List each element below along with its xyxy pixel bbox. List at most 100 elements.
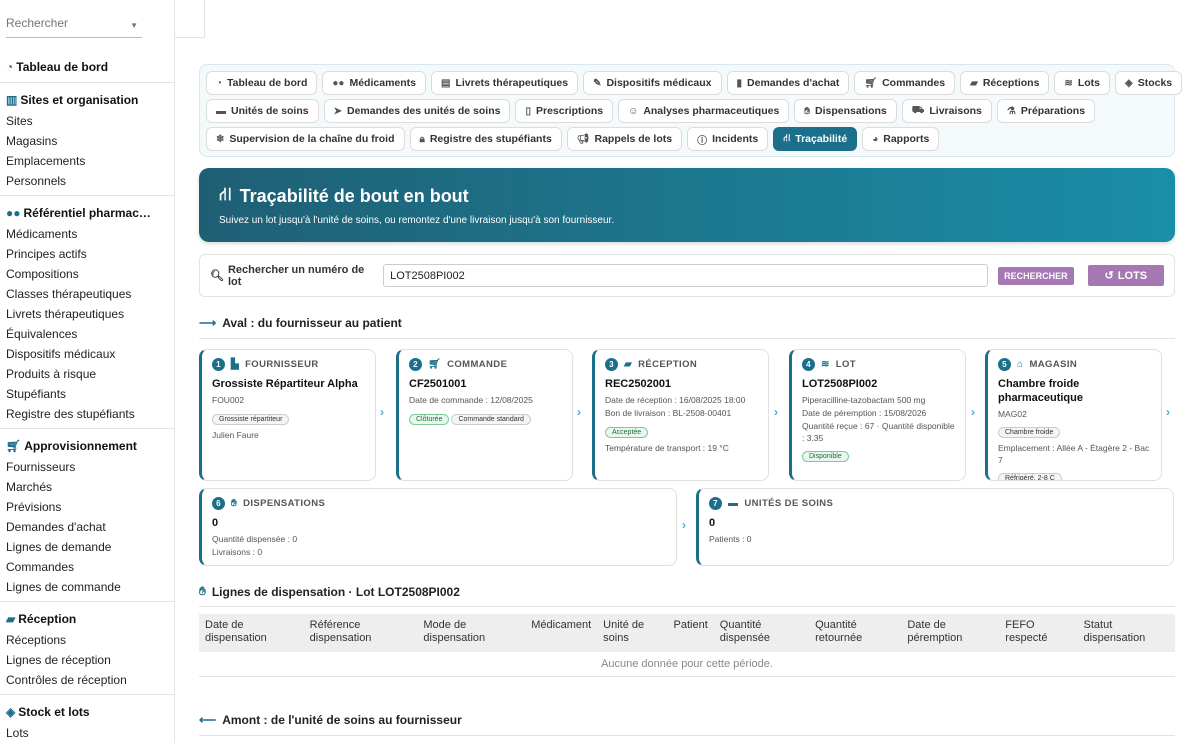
prescription-icon: ▯: [525, 105, 531, 117]
card-store[interactable]: 5 ⌂ MAGASIN Chambre froide pharmaceutique …: [985, 349, 1162, 481]
sidebar-section-title[interactable]: 🛒︎ Approvisionnement: [6, 435, 174, 457]
sidebar-item[interactable]: Équivalences: [6, 324, 174, 344]
step-number: 2: [409, 358, 422, 371]
tab-demandes-d-achat[interactable]: ▮ Demandes d'achat: [726, 71, 850, 95]
mortar-icon: ⚗: [1006, 105, 1016, 117]
lot-number-input[interactable]: [383, 264, 989, 287]
card-reception[interactable]: 3 ▰ RÉCEPTION REC2502001 Date de réception…: [592, 349, 769, 481]
tab-demandes-des-unites-de-soins[interactable]: ➤ Demandes des unités de soins: [323, 99, 511, 123]
column-header[interactable]: Quantité retournée: [809, 614, 902, 652]
file-icon: ▮: [736, 77, 743, 89]
sidebar-item[interactable]: Lignes de réception: [6, 650, 174, 670]
tab-lots[interactable]: ≋ Lots: [1054, 71, 1110, 95]
sidebar-item[interactable]: Contrôles de réception: [6, 670, 174, 690]
pills-icon: ●●: [332, 77, 345, 89]
sidebar-section-title[interactable]: ▥ Sites et organisation: [6, 89, 174, 111]
card-care-units[interactable]: 7 ▬ UNITÉS DE SOINS 0 Patients : 0: [696, 488, 1174, 566]
sidebar-section-title[interactable]: ◈ Stock et lots: [6, 701, 174, 723]
sidebar-item[interactable]: Livrets thérapeutiques: [6, 304, 174, 324]
tab-tracabilite[interactable]: ⛙ Traçabilité: [773, 127, 858, 151]
card-lot[interactable]: 4 ≋ LOT LOT2508PI002 Piperacilline-tazobac…: [789, 349, 966, 481]
column-header[interactable]: FEFO respecté: [999, 614, 1078, 652]
column-header[interactable]: Statut dispensation: [1077, 614, 1175, 652]
column-header[interactable]: Patient: [667, 614, 714, 652]
sidebar-item-magasins[interactable]: Magasins: [6, 131, 174, 151]
card-order[interactable]: 2 🛒︎ COMMANDE CF2501001 Date de commande :…: [396, 349, 573, 481]
sidebar-item[interactable]: Produits à risque: [6, 364, 174, 384]
sidebar-item[interactable]: Commandes: [6, 557, 174, 577]
tab-preparations[interactable]: ⚗ Préparations: [996, 99, 1096, 123]
chevron-right-icon: ›: [380, 405, 384, 419]
sidebar-item[interactable]: Dispositifs médicaux: [6, 344, 174, 364]
sidebar-item[interactable]: Prévisions: [6, 497, 174, 517]
tab-livrets-therapeutiques[interactable]: ▤ Livrets thérapeutiques: [431, 71, 579, 95]
order-type-badge: Commande standard: [451, 414, 531, 425]
sidebar-item[interactable]: Réceptions: [6, 630, 174, 650]
sidebar-item[interactable]: Lots: [6, 723, 174, 743]
tab-dispositifs-medicaux[interactable]: ✎ Dispositifs médicaux: [583, 71, 722, 95]
sidebar-search[interactable]: ▼: [6, 14, 142, 38]
column-header[interactable]: Unité de soins: [597, 614, 668, 652]
tab-prescriptions[interactable]: ▯ Prescriptions: [515, 99, 614, 123]
step-number: 6: [212, 497, 225, 510]
upstream-heading: ⟵ Amont : de l'unité de soins au fourniss…: [199, 713, 462, 727]
sidebar-item-dashboard[interactable]: ◔ Tableau de bord: [6, 56, 174, 78]
tab-rappels-de-lots[interactable]: 📢︎ Rappels de lots: [566, 127, 683, 151]
tab-incidents[interactable]: ⓘ Incidents: [687, 127, 769, 151]
tab-registre-des-stupefiants[interactable]: 🔒︎ Registre des stupéfiants: [409, 127, 562, 151]
tab-tableau-de-bord[interactable]: ◔ Tableau de bord: [206, 71, 318, 95]
column-header[interactable]: Mode de dispensation: [417, 614, 526, 652]
chevron-down-icon[interactable]: ▼: [130, 21, 138, 30]
tab-stocks[interactable]: ◈ Stocks: [1114, 71, 1183, 95]
tab-dispensations[interactable]: ✋︎ Dispensations: [794, 99, 897, 123]
sidebar-section-title[interactable]: ●● Référentiel pharmac…: [6, 202, 174, 224]
card-dispensations[interactable]: 6 ✋︎ DISPENSATIONS 0 Quantité dispensée : …: [199, 488, 677, 566]
tab-rapports[interactable]: ◕ Rapports: [862, 127, 940, 151]
divider: [199, 606, 1175, 607]
search-button[interactable]: RECHERCHER: [998, 266, 1074, 285]
lots-button[interactable]: ↺ LOTS: [1087, 265, 1164, 286]
sidebar-item[interactable]: Médicaments: [6, 224, 174, 244]
tab-commandes[interactable]: 🛒︎ Commandes: [854, 71, 956, 95]
tab-unites-de-soins[interactable]: ▬ Unités de soins: [206, 99, 319, 123]
sidebar-item[interactable]: Lignes de commande: [6, 577, 174, 597]
sidebar-item[interactable]: Fournisseurs: [6, 457, 174, 477]
tab-medicaments[interactable]: ●● Médicaments: [322, 71, 426, 95]
card-supplier[interactable]: 1 ▙ FOURNISSEUR Grossiste Répartiteur Alph…: [199, 349, 376, 481]
tab-livraisons[interactable]: ⛟ Livraisons: [901, 99, 992, 123]
tab-analyses-pharmaceutiques[interactable]: ☺ Analyses pharmaceutiques: [618, 99, 790, 123]
column-header[interactable]: Médicament: [525, 614, 598, 652]
table-row: Aucune donnée pour cette période.: [199, 652, 1175, 677]
sidebar-item[interactable]: Classes thérapeutiques: [6, 284, 174, 304]
dolly-icon: ▰: [970, 77, 978, 89]
sidebar-item[interactable]: Lignes de demande: [6, 537, 174, 557]
sidebar-item[interactable]: Registre des stupéfiants: [6, 404, 174, 424]
syringe-icon: ✎: [593, 77, 602, 89]
column-header[interactable]: Date de dispensation: [199, 614, 304, 652]
tab-receptions[interactable]: ▰ Réceptions: [960, 71, 1050, 95]
column-header[interactable]: Date de péremption: [901, 614, 1000, 652]
book-icon: ▤: [441, 77, 451, 89]
column-header[interactable]: Quantité dispensée: [713, 614, 810, 652]
column-header[interactable]: Référence dispensation: [303, 614, 418, 652]
chevron-right-icon: ›: [774, 405, 778, 419]
sidebar-item-sites[interactable]: Sites: [6, 111, 174, 131]
sidebar-item[interactable]: Principes actifs: [6, 244, 174, 264]
card-header: MAGASIN: [1029, 359, 1078, 370]
sidebar-item[interactable]: Marchés: [6, 477, 174, 497]
warehouse-icon: ⌂: [1017, 359, 1024, 370]
sidebar-search-input[interactable]: [6, 16, 126, 30]
gauge-icon: ◔: [6, 60, 14, 74]
sidebar-item[interactable]: Demandes d'achat: [6, 517, 174, 537]
factory-icon: ▙: [231, 359, 240, 370]
sidebar-section-title[interactable]: ▰ Réception: [6, 608, 174, 630]
sidebar-item-personnels[interactable]: Personnels: [6, 171, 174, 191]
store-code: MAG02: [998, 409, 1027, 419]
tab-row: ◔ Tableau de bord ●● Médicaments ▤ Livrets th…: [206, 71, 1183, 95]
sidebar-item[interactable]: Compositions: [6, 264, 174, 284]
hand-icon: ✋︎: [231, 498, 238, 509]
tab-row: ❄ Supervision de la chaîne du froid 🔒︎ Regi…: [206, 127, 1168, 151]
tab-supervision-de-la-chaine-du-froid[interactable]: ❄ Supervision de la chaîne du froid: [206, 127, 405, 151]
sidebar-item-emplacements[interactable]: Emplacements: [6, 151, 174, 171]
sidebar-item[interactable]: Stupéfiants: [6, 384, 174, 404]
